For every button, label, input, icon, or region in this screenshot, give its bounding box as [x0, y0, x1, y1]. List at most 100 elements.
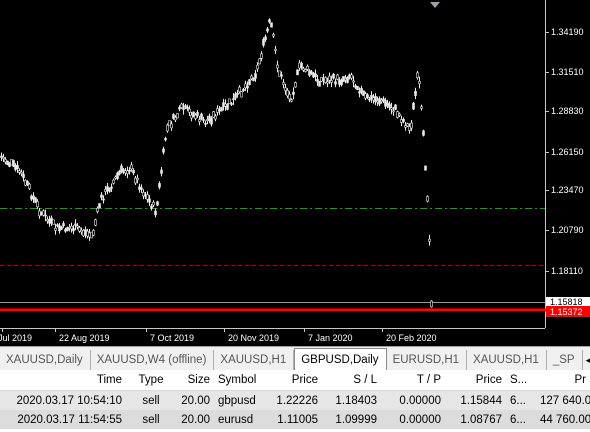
candle-body [266, 28, 269, 32]
candle-body [216, 108, 219, 113]
price-tick-label: 1.26150 [551, 147, 584, 157]
table-cell: 0.00000 [381, 410, 445, 429]
table-row[interactable]: 2020.03.17 10:54:10 sell 20.00 gbpusd 1.2222… [0, 390, 590, 410]
column-header[interactable]: Symbol [214, 370, 266, 391]
candle-body [104, 189, 107, 192]
table-row[interactable]: 2020.03.17 11:54:55 sell 20.00 eurusd 1.1100… [0, 410, 590, 429]
candle-body [424, 165, 427, 171]
column-header[interactable]: S / L [322, 370, 381, 391]
candle-body [238, 86, 241, 93]
column-header[interactable]: Size [176, 370, 214, 391]
column-header[interactable]: Time [0, 370, 126, 391]
candle-body [96, 207, 99, 212]
column-header[interactable]: Price [266, 370, 322, 391]
candle-body [132, 170, 135, 174]
candle-body [276, 64, 279, 69]
candle-body [54, 227, 57, 231]
candle-body [44, 214, 47, 217]
candle-body [84, 229, 87, 236]
table-cell: sell [126, 410, 176, 429]
candle-body [306, 65, 309, 70]
candle-body [390, 107, 393, 110]
time-tick-label: 7 Oct 2019 [150, 333, 194, 343]
chart-tab[interactable]: _SP [547, 350, 583, 370]
scroll-left-icon[interactable]: ◀ [583, 355, 590, 366]
table-cell: 1.11005 [266, 410, 322, 429]
candle-body [70, 225, 73, 230]
table-cell: 1.09999 [322, 410, 381, 429]
candle-body [130, 164, 133, 170]
candle-body [328, 75, 331, 81]
price-chart[interactable]: 1.34190 1.31510 1.28830 1.26150 1.23470 1.207… [0, 0, 590, 346]
candle-body [218, 109, 221, 112]
candle-body [412, 102, 415, 110]
candle-body [426, 196, 429, 202]
candle-body [78, 227, 81, 232]
candle-body [82, 229, 85, 237]
candle-body [120, 165, 123, 172]
candle-body [222, 102, 225, 108]
candle-body [264, 36, 267, 41]
candle-body [236, 92, 239, 95]
table-cell: 44 760.00 [536, 410, 590, 429]
table-cell: sell [126, 390, 176, 410]
candle-body [36, 201, 39, 208]
candle-body [330, 80, 333, 83]
candle-body [80, 229, 83, 233]
candle-body [154, 210, 157, 216]
chart-tab[interactable]: GBPUSD,Daily [294, 348, 387, 370]
candle-body [350, 74, 353, 79]
candle-body [140, 187, 143, 190]
candle-body [6, 160, 9, 165]
chart-tab[interactable]: XAUUSD,H1 [214, 350, 295, 370]
chart-tab[interactable]: XAUUSD,Daily [0, 350, 91, 370]
candle-body [102, 198, 105, 201]
column-header[interactable]: S... [506, 370, 536, 391]
candle-body [250, 75, 253, 79]
chart-canvas[interactable]: 1.34190 1.31510 1.28830 1.26150 1.23470 1.207… [0, 0, 590, 346]
chart-tab[interactable]: XAUUSD,H1 [467, 350, 547, 370]
candle-body [86, 230, 89, 237]
chart-background [0, 0, 590, 346]
column-header[interactable]: T / P [381, 370, 445, 391]
table-cell: 20.00 [176, 410, 214, 429]
candle-body [198, 119, 201, 122]
price-tick-label: 1.23470 [551, 185, 584, 195]
table-cell: 2020.03.17 11:54:55 [0, 410, 126, 429]
price-tick-label: 1.20790 [551, 225, 584, 235]
candle-body [160, 169, 163, 174]
candle-body [174, 117, 177, 121]
table-cell: 127 640.00 [536, 390, 590, 410]
time-tick-label: 22 Aug 2019 [59, 333, 110, 343]
candle-body [152, 202, 155, 206]
candle-body [406, 123, 409, 127]
candle-body [230, 103, 233, 105]
column-header[interactable]: Type [126, 370, 176, 391]
time-tick-label: 7 Jan 2020 [308, 333, 353, 343]
candle-body [414, 90, 417, 96]
candle-body [268, 19, 271, 23]
trade-panel: Time Type Size Symbol Price S / LT / P Price S.… [0, 370, 590, 432]
candle-body [212, 111, 215, 118]
candle-body [196, 112, 199, 116]
table-cell: 0.00000 [381, 390, 445, 410]
candle-body [192, 111, 195, 118]
table-cell: 2020.03.17 10:54:10 [0, 390, 126, 410]
candle-body [92, 230, 95, 236]
column-header[interactable]: Pr [536, 370, 590, 391]
candle-body [224, 103, 227, 107]
column-header[interactable]: Price [445, 370, 506, 391]
chart-tab[interactable]: XAUUSD,W4 (offline) [91, 350, 215, 370]
candle-body [210, 118, 213, 125]
chart-tab[interactable]: EURUSD,H1 [387, 350, 468, 370]
time-tick-label: Jul 2019 [0, 333, 32, 343]
candle-body [156, 201, 159, 206]
candle-body [246, 85, 249, 89]
candle-body [124, 170, 127, 174]
price-tick-label: 1.34190 [551, 27, 584, 37]
trade-table: Time Type Size Symbol Price S / LT / P Price S.… [0, 370, 590, 429]
candle-body [166, 124, 169, 132]
candle-body [202, 119, 205, 121]
chart-tabs-bar: XAUUSD,Daily XAUUSD,W4 (offline) XAUUSD,H1… [0, 346, 590, 370]
candle-body [244, 83, 247, 89]
